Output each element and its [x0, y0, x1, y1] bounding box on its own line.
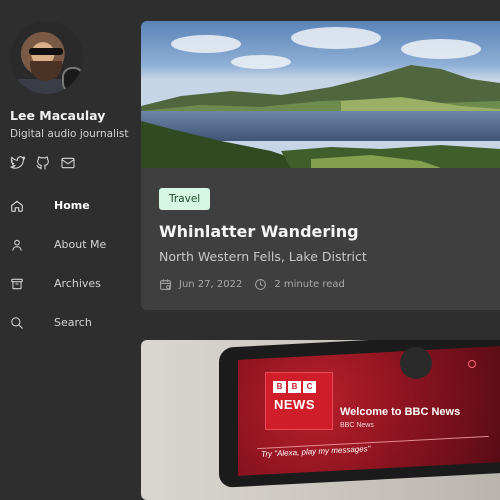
home-icon: [0, 199, 54, 213]
post-hero-image[interactable]: [141, 21, 500, 168]
clock-icon: [254, 278, 267, 291]
archive-icon: [0, 277, 54, 291]
post-card[interactable]: Travel Whinlatter Wandering North Wester…: [141, 21, 500, 310]
social-links: [10, 155, 76, 171]
nav-label-search: Search: [54, 316, 92, 329]
post-title[interactable]: Whinlatter Wandering: [159, 222, 359, 241]
bbc-letter: B: [288, 381, 301, 393]
avatar[interactable]: [10, 21, 83, 94]
user-icon: [0, 238, 54, 252]
bbc-news-word: NEWS: [274, 397, 315, 412]
bbc-letter: B: [273, 381, 286, 393]
github-icon[interactable]: [35, 155, 51, 171]
avatar-beard: [30, 61, 62, 81]
bbc-news-logo: B B C NEWS: [265, 372, 333, 430]
main-nav: Home About Me Archives Search: [0, 186, 141, 342]
post-meta: Jun 27, 2022 2 minute read: [159, 278, 345, 291]
post-hero-image[interactable]: B B C NEWS Welcome to BBC News BBC News …: [141, 340, 500, 500]
nav-item-home[interactable]: Home: [0, 186, 141, 225]
bbc-letter: C: [303, 381, 316, 393]
screen-sub-text: BBC News: [340, 422, 374, 429]
mail-icon[interactable]: [60, 155, 76, 171]
calendar-icon: [159, 278, 172, 291]
search-icon: [0, 316, 54, 330]
profile-name[interactable]: Lee Macaulay: [10, 108, 105, 123]
nav-label-archives: Archives: [54, 277, 101, 290]
nav-label-about: About Me: [54, 238, 107, 251]
sidebar: Lee Macaulay Digital audio journalist Ho…: [0, 0, 141, 500]
indicator-dot: [468, 360, 476, 368]
profile-role: Digital audio journalist: [10, 128, 129, 140]
twitter-icon[interactable]: [10, 155, 26, 171]
nav-label-home: Home: [54, 199, 90, 212]
post-date: Jun 27, 2022: [179, 279, 243, 290]
microphone-icon: [62, 67, 83, 93]
cloud: [291, 27, 381, 49]
foreground-hills: [141, 121, 500, 168]
nav-item-about[interactable]: About Me: [0, 225, 141, 264]
post-tag[interactable]: Travel: [159, 188, 211, 210]
nav-item-archives[interactable]: Archives: [0, 264, 141, 303]
post-read-time: 2 minute read: [274, 279, 345, 290]
post-subtitle: North Western Fells, Lake District: [159, 249, 367, 264]
post-card[interactable]: B B C NEWS Welcome to BBC News BBC News …: [141, 340, 500, 500]
nav-item-search[interactable]: Search: [0, 303, 141, 342]
avatar-glasses: [29, 48, 63, 55]
screen-welcome-text: Welcome to BBC News: [340, 406, 461, 418]
camera-icon: [400, 347, 432, 379]
